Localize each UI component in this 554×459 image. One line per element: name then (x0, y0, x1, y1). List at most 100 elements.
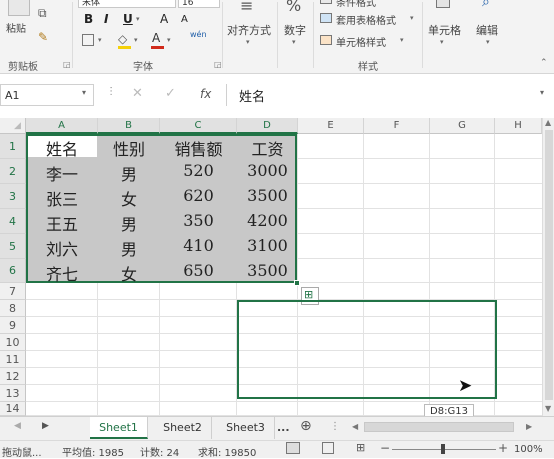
prev-sheet-icon[interactable]: ◀ (14, 421, 21, 431)
row-header-4[interactable]: 4 (0, 209, 26, 234)
name-box-dropdown-icon[interactable]: ▾ (82, 88, 86, 97)
table-cell[interactable]: 620 (160, 186, 237, 211)
row-header-3[interactable]: 3 (0, 184, 26, 209)
table-cell[interactable]: 王五 (26, 211, 98, 236)
cell-style-icon[interactable] (320, 35, 332, 45)
column-header-d[interactable]: D (237, 118, 298, 134)
fill-color-icon[interactable]: ◇ (118, 32, 127, 46)
zoom-slider-thumb[interactable] (441, 444, 445, 454)
paste-icon[interactable] (8, 0, 30, 16)
scroll-down-icon[interactable]: ▼ (545, 404, 551, 413)
row-header-1[interactable]: 1 (0, 134, 26, 159)
shrink-font-button[interactable]: A (181, 14, 188, 25)
column-header-e[interactable]: E (298, 118, 364, 134)
cancel-icon[interactable]: ✕ (132, 86, 143, 101)
zoom-level[interactable]: 100% (514, 444, 543, 455)
number-button[interactable]: 数字 (284, 22, 306, 38)
column-header-a[interactable]: A (26, 118, 98, 134)
table-header-cell[interactable]: 性别 (98, 136, 160, 161)
normal-view-icon[interactable] (286, 442, 300, 454)
table-cell[interactable]: 410 (160, 236, 237, 261)
add-sheet-icon[interactable]: ⊕ (300, 418, 312, 434)
fill-dropdown-icon[interactable]: ▾ (134, 36, 138, 44)
sheet-tab-sheet3[interactable]: Sheet3 (217, 417, 275, 439)
page-layout-icon[interactable] (322, 442, 334, 454)
table-cell[interactable]: 4200 (237, 211, 298, 236)
cells-dropdown-icon[interactable]: ▾ (440, 38, 444, 46)
page-break-icon[interactable]: ⊞ (356, 441, 365, 454)
table-cell[interactable]: 男 (98, 161, 160, 186)
table-cell[interactable]: 3500 (237, 261, 298, 285)
font-launcher-icon[interactable]: ◲ (214, 60, 222, 69)
column-header-f[interactable]: F (364, 118, 430, 134)
more-sheets-button[interactable]: ... (277, 421, 290, 434)
column-header-b[interactable]: B (98, 118, 160, 134)
table-header-cell[interactable]: 工资 (237, 136, 298, 161)
fill-handle[interactable] (294, 280, 300, 286)
font-size-box[interactable]: 16 (178, 0, 220, 8)
cell-style-button[interactable]: 单元格样式 (336, 34, 386, 49)
row-header-8[interactable]: 8 (0, 300, 26, 317)
vertical-scrollbar[interactable]: ▲ ▼ (542, 118, 554, 416)
table-cell[interactable]: 张三 (26, 186, 98, 211)
font-color-icon[interactable]: A (152, 31, 160, 45)
sheet-tab-sheet1[interactable]: Sheet1 (90, 417, 148, 439)
ribbon-collapse-icon[interactable]: ⌃ (540, 58, 548, 68)
table-header-cell[interactable]: 姓名 (26, 136, 98, 161)
hscroll-thumb[interactable] (364, 422, 514, 432)
table-cell[interactable]: 650 (160, 261, 237, 285)
row-header-14[interactable]: 14 (0, 402, 26, 416)
enter-icon[interactable]: ✓ (165, 86, 176, 101)
font-color-dropdown-icon[interactable]: ▾ (167, 36, 171, 44)
hscroll-right-icon[interactable]: ▶ (526, 422, 532, 431)
editing-button[interactable]: 编辑 (476, 22, 498, 38)
italic-button[interactable]: I (104, 12, 108, 26)
more-options-icon[interactable]: ⋯ (105, 86, 116, 96)
sheet-tab-sheet2[interactable]: Sheet2 (154, 417, 212, 439)
bold-button[interactable]: B (84, 12, 93, 26)
number-icon[interactable]: % (286, 0, 301, 15)
row-header-10[interactable]: 10 (0, 334, 26, 351)
table-header-cell[interactable]: 销售额 (160, 136, 237, 161)
column-header-c[interactable]: C (160, 118, 237, 134)
tab-split-icon[interactable]: ⋮ (330, 421, 340, 432)
table-cell[interactable]: 女 (98, 186, 160, 211)
underline-button[interactable]: U (123, 12, 133, 26)
row-header-13[interactable]: 13 (0, 385, 26, 402)
table-cell[interactable]: 男 (98, 236, 160, 261)
format-painter-icon[interactable]: ✎ (38, 30, 48, 44)
row-header-11[interactable]: 11 (0, 351, 26, 368)
row-header-2[interactable]: 2 (0, 159, 26, 184)
row-header-12[interactable]: 12 (0, 368, 26, 385)
row-header-7[interactable]: 7 (0, 283, 26, 300)
worksheet-grid[interactable]: ◢ ABCDEFGH 1 2 3 4 5 6 7 8 9 10 11 12 13 14 姓名 性别 销售额 工资… (0, 118, 542, 416)
name-box[interactable]: A1 (0, 84, 94, 106)
editing-dropdown-icon[interactable]: ▾ (486, 38, 490, 46)
scroll-up-icon[interactable]: ▲ (545, 118, 551, 127)
font-name-box[interactable]: 宋体 (78, 0, 176, 8)
scroll-thumb[interactable] (545, 130, 553, 400)
underline-dropdown-icon[interactable]: ▾ (136, 15, 140, 23)
column-header-g[interactable]: G (430, 118, 495, 134)
grow-font-button[interactable]: A (160, 12, 168, 26)
copy-icon[interactable]: ⧉ (38, 6, 47, 21)
cells-button[interactable]: 单元格 (428, 22, 461, 38)
number-dropdown-icon[interactable]: ▾ (292, 38, 296, 46)
table-cell[interactable]: 3000 (237, 161, 298, 186)
table-cell[interactable]: 350 (160, 211, 237, 236)
zoom-in-icon[interactable]: + (498, 441, 508, 455)
row-header-6[interactable]: 6 (0, 259, 26, 283)
phonetic-button[interactable]: wén (190, 30, 207, 39)
insert-function-icon[interactable]: fx (200, 87, 211, 101)
column-header-h[interactable]: H (495, 118, 542, 134)
zoom-out-icon[interactable]: − (380, 441, 390, 455)
conditional-format-icon[interactable] (320, 0, 332, 4)
table-cell[interactable]: 3100 (237, 236, 298, 261)
formula-expand-icon[interactable]: ▾ (540, 88, 544, 97)
conditional-format-button[interactable]: 条件格式 (336, 0, 376, 9)
cell-style-dropdown-icon[interactable]: ▾ (400, 36, 404, 44)
table-cell[interactable]: 齐七 (26, 261, 98, 285)
paste-button[interactable]: 粘贴 (6, 20, 26, 35)
border-icon[interactable] (82, 34, 94, 46)
select-all-corner[interactable] (0, 118, 26, 134)
